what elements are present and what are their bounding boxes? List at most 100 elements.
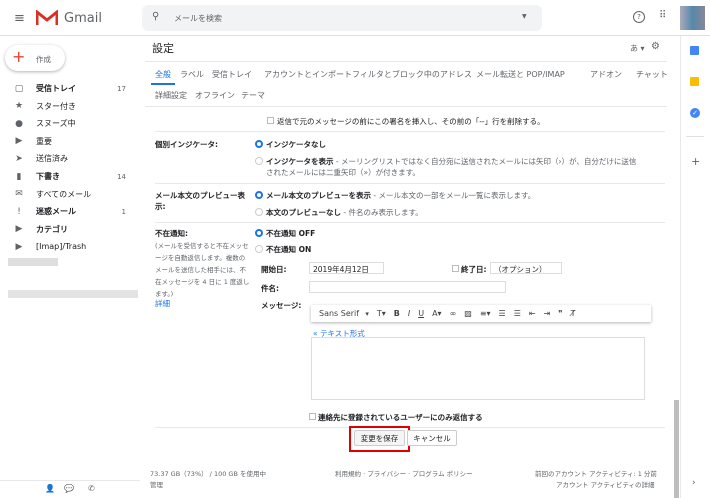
- align-icon[interactable]: ≡▾: [480, 309, 491, 318]
- search-bar[interactable]: ⚲ メールを検索 ▼: [142, 5, 542, 31]
- image-icon[interactable]: ▨: [464, 309, 472, 318]
- contacts-icon[interactable]: 👤: [45, 484, 55, 493]
- vacation-desc-line: (メールを受信すると不在メッセ: [155, 242, 249, 250]
- sidebar-item[interactable]: ▮ 下書き 14: [0, 168, 140, 185]
- sidebar-item[interactable]: ▶ [Imap]/Trash: [0, 238, 140, 255]
- hangouts-icon[interactable]: 💬: [64, 484, 74, 493]
- gear-icon[interactable]: ⚙: [651, 41, 660, 52]
- apps-grid-icon[interactable]: ⠿: [659, 10, 666, 21]
- save-changes-button[interactable]: 変更を保存: [354, 430, 405, 446]
- tab[interactable]: アカウントとインポート: [264, 69, 352, 80]
- sidebar-item-count: 17: [117, 84, 126, 93]
- end-date-label: 終了日:: [461, 265, 487, 274]
- sidebar-item-label: 受信トレイ: [36, 84, 76, 93]
- end-date-input[interactable]: （オプション）: [490, 262, 562, 274]
- input-tools-button[interactable]: あ ▾: [630, 43, 645, 54]
- app-name: Gmail: [64, 11, 102, 26]
- search-icon[interactable]: ⚲: [152, 11, 159, 22]
- sidebar-item[interactable]: ▶ カテゴリ: [0, 221, 140, 238]
- message-body-editor[interactable]: [311, 337, 645, 400]
- bulleted-list-icon[interactable]: ☰: [514, 309, 521, 318]
- tab[interactable]: フィルタとブロック中のアドレス: [352, 69, 472, 80]
- sidebar-item[interactable]: ★ スター付き: [0, 98, 140, 115]
- vacation-label: 不在通知:: [155, 229, 188, 238]
- sidebar-item[interactable]: ▢ 受信トレイ 17: [0, 80, 140, 97]
- indicator-show-label: インジケータを表示: [266, 157, 334, 166]
- contacts-only-checkbox[interactable]: [309, 413, 316, 420]
- phone-icon[interactable]: ✆: [88, 484, 95, 493]
- manage-storage-link[interactable]: 管理: [150, 479, 163, 489]
- start-date-label: 開始日:: [261, 265, 287, 274]
- vacation-desc-line: ます。): [155, 290, 174, 298]
- calendar-icon[interactable]: [690, 46, 699, 55]
- sidebar-item[interactable]: ● スヌーズ中: [0, 115, 140, 132]
- search-options-icon[interactable]: ▼: [522, 13, 527, 20]
- main-menu-icon[interactable]: ≡: [14, 11, 25, 26]
- vacation-on-radio[interactable]: [255, 245, 263, 253]
- tab[interactable]: ラベル: [180, 69, 204, 80]
- avatar[interactable]: [680, 6, 705, 30]
- label-icon: ▶: [15, 224, 23, 235]
- remove-formatting-icon[interactable]: T̸: [571, 309, 576, 318]
- divider: [155, 427, 665, 428]
- gmail-logo[interactable]: [36, 10, 58, 26]
- sidebar-item-label: [Imap]/Trash: [36, 242, 87, 252]
- spam-icon: !: [17, 206, 21, 217]
- scrollbar[interactable]: [674, 400, 679, 498]
- font-select[interactable]: Sans Serif ▾: [315, 309, 369, 318]
- preview-show-radio[interactable]: [255, 191, 263, 199]
- bold-icon[interactable]: B: [394, 309, 400, 318]
- tab[interactable]: チャット: [636, 69, 668, 80]
- footer-links[interactable]: 利用規約 · プライバシー · プログラム ポリシー: [335, 468, 473, 478]
- divider: [155, 131, 665, 132]
- text-color-icon[interactable]: A▾: [432, 309, 442, 318]
- indicator-label: 個別インジケータ:: [155, 140, 218, 149]
- start-date-input[interactable]: 2019年4月12日: [309, 262, 384, 274]
- help-icon[interactable]: ?: [633, 11, 645, 23]
- quote-icon[interactable]: ❞: [558, 309, 562, 318]
- compose-button[interactable]: + 作成: [5, 45, 65, 71]
- preview-none-desc: - 件名のみ表示します。: [341, 208, 423, 217]
- sidebar-item[interactable]: ✉ すべてのメール: [0, 186, 140, 203]
- vacation-off-radio[interactable]: [255, 229, 263, 237]
- indicator-show-radio[interactable]: [255, 157, 263, 165]
- sidebar-item[interactable]: ▶ 重要: [0, 133, 140, 150]
- font-size-icon[interactable]: T▾: [377, 309, 386, 318]
- tab[interactable]: 受信トレイ: [212, 69, 252, 80]
- signature-checkbox[interactable]: [267, 117, 274, 124]
- details-link[interactable]: 詳細: [155, 298, 170, 309]
- indent-more-icon[interactable]: ⇥: [544, 309, 551, 318]
- preview-label-2: 示:: [155, 202, 166, 211]
- tab[interactable]: オフライン: [195, 90, 235, 101]
- tab[interactable]: アドオン: [590, 69, 622, 80]
- tasks-icon[interactable]: ✓: [690, 108, 700, 118]
- compose-label: 作成: [36, 55, 51, 64]
- end-date-checkbox[interactable]: [452, 265, 459, 272]
- activity-details-link[interactable]: アカウント アクティビティの詳細: [556, 479, 654, 489]
- tab[interactable]: 全般: [155, 69, 171, 80]
- expand-panel-icon[interactable]: ›: [692, 478, 696, 488]
- italic-icon[interactable]: I: [408, 309, 410, 318]
- underline-icon[interactable]: U: [418, 309, 424, 318]
- divider: [145, 106, 667, 107]
- tab[interactable]: 詳細設定: [155, 90, 187, 101]
- sidebar-item-label: 迷惑メール: [36, 207, 76, 217]
- add-addon-icon[interactable]: +: [691, 155, 700, 168]
- sidebar-item[interactable]: ➤ 送信済み: [0, 150, 140, 167]
- preview-none-label: 本文のプレビューなし: [266, 208, 341, 217]
- preview-none-radio[interactable]: [255, 208, 263, 216]
- preview-show-desc: - メール本文の一部をメール一覧に表示します。: [371, 191, 536, 200]
- tab[interactable]: テーマ: [241, 90, 265, 101]
- numbered-list-icon[interactable]: ☰: [499, 309, 506, 318]
- indicator-desc: - メーリングリストではなく自分宛に送信されたメールには矢印（›）が、自分だけに…: [333, 157, 637, 166]
- indicator-none-radio[interactable]: [255, 140, 263, 148]
- indent-less-icon[interactable]: ⇤: [529, 309, 536, 318]
- search-input[interactable]: メールを検索: [174, 13, 222, 24]
- sidebar-item[interactable]: ! 迷惑メール 1: [0, 203, 140, 220]
- keep-icon[interactable]: [690, 77, 699, 86]
- sidebar-item-label: 送信済み: [36, 154, 68, 164]
- cancel-button[interactable]: キャンセル: [407, 430, 457, 446]
- tab[interactable]: メール転送と POP/IMAP: [476, 69, 565, 80]
- subject-input[interactable]: [309, 281, 506, 293]
- link-icon[interactable]: ∞: [450, 309, 457, 318]
